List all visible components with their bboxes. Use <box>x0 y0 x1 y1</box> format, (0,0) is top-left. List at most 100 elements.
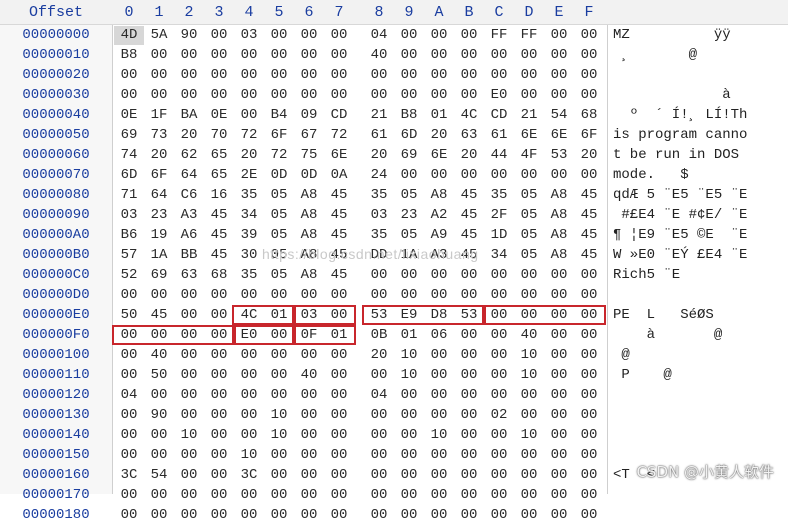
hex-byte[interactable]: 57 <box>114 246 144 265</box>
hex-byte[interactable]: 00 <box>204 306 234 325</box>
hex-byte[interactable]: B4 <box>264 106 294 125</box>
hex-byte[interactable]: 00 <box>204 346 234 365</box>
hex-byte[interactable]: 00 <box>234 286 264 305</box>
hex-byte[interactable]: 00 <box>424 286 454 305</box>
hex-byte[interactable]: 65 <box>204 166 234 185</box>
hex-byte[interactable]: 00 <box>574 326 604 345</box>
hex-byte[interactable]: 00 <box>574 486 604 505</box>
hex-byte[interactable]: 00 <box>574 466 604 485</box>
hex-byte[interactable]: 69 <box>144 266 174 285</box>
hex-byte[interactable]: 0D <box>264 166 294 185</box>
hex-byte[interactable]: 00 <box>234 506 264 525</box>
hex-byte[interactable]: 00 <box>574 286 604 305</box>
hex-byte[interactable]: 00 <box>424 366 454 385</box>
hex-byte[interactable]: 00 <box>454 266 484 285</box>
hex-byte[interactable]: 61 <box>484 126 514 145</box>
hex-byte[interactable]: 45 <box>324 266 354 285</box>
hex-byte[interactable]: 53 <box>454 306 484 325</box>
hex-byte[interactable]: 00 <box>114 446 144 465</box>
hex-byte[interactable]: 00 <box>174 66 204 85</box>
hex-byte[interactable]: 3C <box>234 466 264 485</box>
hex-byte[interactable]: 00 <box>294 506 324 525</box>
hex-byte[interactable]: 21 <box>514 106 544 125</box>
hex-byte[interactable]: 00 <box>544 326 574 345</box>
hex-byte[interactable]: A8 <box>544 226 574 245</box>
hex-byte[interactable]: A8 <box>544 246 574 265</box>
hex-byte[interactable]: 00 <box>574 346 604 365</box>
hex-byte[interactable]: 00 <box>574 366 604 385</box>
hex-byte[interactable]: E9 <box>394 306 424 325</box>
hex-byte[interactable]: 01 <box>424 106 454 125</box>
ascii-text[interactable]: W »E0 ¨EÝ £E4 ¨E <box>613 246 747 265</box>
hex-byte[interactable]: 00 <box>544 266 574 285</box>
hex-byte[interactable]: 00 <box>204 66 234 85</box>
hex-byte[interactable]: 69 <box>114 126 144 145</box>
hex-byte[interactable]: 01 <box>264 306 294 325</box>
hex-byte[interactable]: 00 <box>394 406 424 425</box>
hex-byte[interactable]: 00 <box>294 406 324 425</box>
hex-byte[interactable]: 00 <box>234 46 264 65</box>
hex-byte[interactable]: 00 <box>294 486 324 505</box>
hex-byte[interactable]: 20 <box>144 146 174 165</box>
hex-byte[interactable]: 00 <box>174 386 204 405</box>
hex-byte[interactable]: CD <box>324 106 354 125</box>
hex-byte[interactable]: 00 <box>204 46 234 65</box>
hex-byte[interactable]: 00 <box>144 46 174 65</box>
hex-byte[interactable]: 20 <box>454 146 484 165</box>
hex-byte[interactable]: 00 <box>234 486 264 505</box>
hex-byte[interactable]: 24 <box>364 166 394 185</box>
hex-byte[interactable]: 68 <box>204 266 234 285</box>
hex-byte[interactable]: 6E <box>324 146 354 165</box>
hex-byte[interactable]: 35 <box>234 266 264 285</box>
hex-byte[interactable]: 00 <box>204 506 234 525</box>
hex-byte[interactable]: 00 <box>484 466 514 485</box>
hex-byte[interactable]: 00 <box>484 426 514 445</box>
hex-byte[interactable]: 01 <box>324 326 354 345</box>
hex-byte[interactable]: 00 <box>114 66 144 85</box>
hex-byte[interactable]: 00 <box>234 366 264 385</box>
hex-byte[interactable]: 00 <box>394 286 424 305</box>
hex-byte[interactable]: 00 <box>234 406 264 425</box>
hex-byte[interactable]: 00 <box>144 66 174 85</box>
hex-byte[interactable]: FF <box>514 26 544 45</box>
hex-byte[interactable]: 00 <box>174 466 204 485</box>
hex-byte[interactable]: 00 <box>144 506 174 525</box>
hex-byte[interactable]: 00 <box>484 486 514 505</box>
hex-byte[interactable]: 63 <box>174 266 204 285</box>
hex-byte[interactable]: 00 <box>174 506 204 525</box>
hex-byte[interactable]: 00 <box>294 446 324 465</box>
hex-byte[interactable]: 00 <box>264 26 294 45</box>
hex-byte[interactable]: 00 <box>514 446 544 465</box>
hex-byte[interactable]: 45 <box>204 226 234 245</box>
hex-byte[interactable]: 20 <box>364 146 394 165</box>
hex-byte[interactable]: BA <box>174 106 204 125</box>
ascii-text[interactable]: qdÆ 5 ¨E5 ¨E5 ¨E <box>613 186 747 205</box>
hex-byte[interactable]: 00 <box>544 506 574 525</box>
hex-byte[interactable]: 00 <box>394 486 424 505</box>
hex-byte[interactable]: 00 <box>454 166 484 185</box>
hex-byte[interactable]: 00 <box>574 306 604 325</box>
hex-byte[interactable]: 90 <box>144 406 174 425</box>
hex-byte[interactable]: 00 <box>574 166 604 185</box>
hex-byte[interactable]: A8 <box>424 186 454 205</box>
hex-byte[interactable]: 00 <box>324 286 354 305</box>
hex-byte[interactable]: 00 <box>514 166 544 185</box>
ascii-text[interactable]: PE L SéØS <box>613 306 714 325</box>
hex-byte[interactable]: 00 <box>264 326 294 345</box>
hex-byte[interactable]: 72 <box>234 126 264 145</box>
hex-byte[interactable]: 45 <box>454 226 484 245</box>
hex-byte[interactable]: 00 <box>364 426 394 445</box>
hex-byte[interactable]: 00 <box>204 426 234 445</box>
hex-byte[interactable]: 00 <box>324 346 354 365</box>
hex-byte[interactable]: 00 <box>294 346 324 365</box>
hex-byte[interactable]: 03 <box>234 26 264 45</box>
hex-byte[interactable]: 3C <box>114 466 144 485</box>
hex-byte[interactable]: 04 <box>364 386 394 405</box>
hex-byte[interactable]: 05 <box>264 186 294 205</box>
hex-byte[interactable]: 1A <box>144 246 174 265</box>
hex-byte[interactable]: 00 <box>234 426 264 445</box>
hex-byte[interactable]: 54 <box>144 466 174 485</box>
hex-byte[interactable]: B6 <box>114 226 144 245</box>
hex-byte[interactable]: 10 <box>514 426 544 445</box>
hex-byte[interactable]: 2F <box>484 206 514 225</box>
